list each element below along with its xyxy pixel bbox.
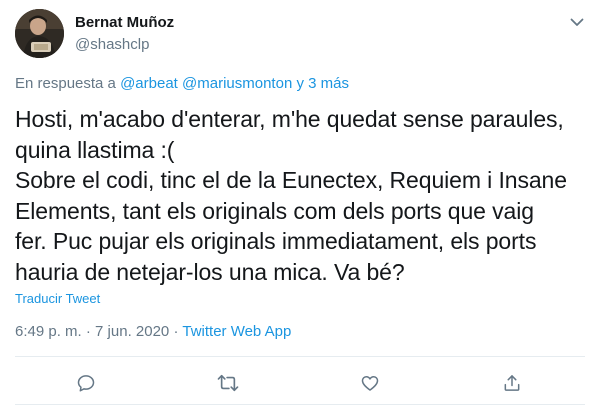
author-name[interactable]: Bernat Muñoz: [75, 14, 174, 31]
tweet-card: Bernat Muñoz @shashclp En respuesta a @a…: [0, 0, 600, 406]
tweet-line: quina llastima :(: [15, 136, 175, 163]
meta-separator: ·: [85, 323, 91, 340]
tweet-source-link[interactable]: Twitter Web App: [182, 323, 291, 340]
translate-tweet-link[interactable]: Traducir Tweet: [15, 291, 100, 306]
action-bar: [0, 366, 600, 398]
chevron-down-icon[interactable]: [566, 12, 588, 32]
mention-link[interactable]: @arbeat: [120, 75, 178, 92]
more-mentions-link[interactable]: y 3 más: [296, 75, 349, 92]
mention-link[interactable]: @mariusmonton: [182, 75, 292, 92]
tweet-time[interactable]: 6:49 p. m.: [15, 323, 82, 340]
tweet-line: Hosti, m'acabo d'enterar, m'he quedat se…: [15, 106, 564, 132]
divider: [15, 404, 585, 405]
tweet-text: Hosti, m'acabo d'enterar, m'he quedat se…: [15, 104, 590, 287]
tweet-line: Elements, tant els originals com dels po…: [15, 197, 534, 224]
author-handle[interactable]: @shashclp: [75, 36, 149, 53]
tweet-date[interactable]: 7 jun. 2020: [95, 323, 169, 340]
heart-icon[interactable]: [357, 370, 383, 396]
retweet-icon[interactable]: [215, 370, 241, 396]
tweet-line: hauria de netejar-los una mica. Va bé?: [15, 258, 405, 285]
reply-context: En respuesta a @arbeat @mariusmonton y 3…: [15, 75, 349, 92]
share-icon[interactable]: [499, 370, 525, 396]
divider: [15, 356, 585, 357]
reply-prefix: En respuesta a: [15, 75, 116, 92]
avatar[interactable]: [15, 9, 64, 58]
reply-icon[interactable]: [73, 370, 99, 396]
tweet-line: Sobre el codi, tinc el de la Eunectex, R…: [15, 167, 567, 193]
tweet-meta: 6:49 p. m. · 7 jun. 2020 · Twitter Web A…: [15, 323, 291, 340]
meta-separator: ·: [173, 323, 179, 340]
tweet-line: fer. Puc pujar els originals immediatame…: [15, 228, 537, 254]
